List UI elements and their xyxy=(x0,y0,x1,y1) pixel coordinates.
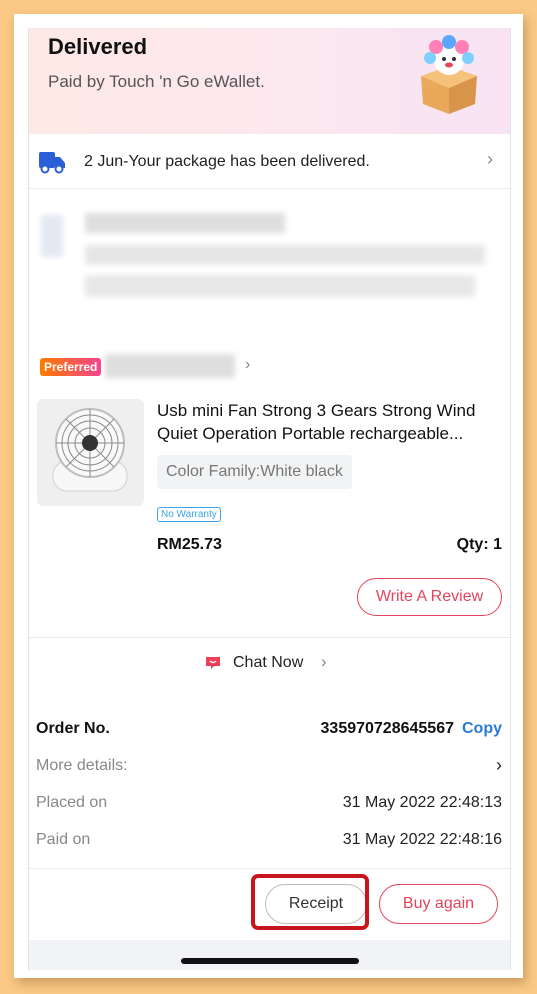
placed-on-value: 31 May 2022 22:48:13 xyxy=(342,794,502,811)
order-info-card: Order No. 335970728645567 Copy More detai… xyxy=(29,702,510,868)
order-status-header: Delivered Paid by Touch 'n Go eWallet. xyxy=(29,28,510,134)
product-price: RM25.73 xyxy=(157,536,222,553)
paid-on-label: Paid on xyxy=(36,831,91,848)
chat-now-button[interactable]: Chat Now › xyxy=(29,638,510,690)
placed-on-label: Placed on xyxy=(36,794,108,811)
chat-now-label: Chat Now xyxy=(233,654,304,671)
order-status-title: Delivered xyxy=(48,34,148,59)
placed-on-row: Placed on 31 May 2022 22:48:13 xyxy=(36,794,502,812)
product-card: Preferred › Usb mini Fan Strong 3 Gears … xyxy=(29,334,510,738)
product-thumbnail[interactable] xyxy=(37,399,144,506)
payment-method-text: Paid by Touch 'n Go eWallet. xyxy=(48,72,265,91)
order-number-row: Order No. 335970728645567 Copy xyxy=(36,720,502,738)
warranty-badge: No Warranty xyxy=(157,507,221,522)
chevron-right-icon: › xyxy=(496,755,502,775)
chat-icon xyxy=(206,657,220,669)
divider xyxy=(29,868,510,869)
mascot-box-icon xyxy=(421,35,477,114)
delivery-truck-icon xyxy=(39,152,65,174)
more-details-row[interactable]: More details: › xyxy=(36,755,502,775)
home-indicator[interactable] xyxy=(181,958,359,964)
order-number-group: 335970728645567 Copy xyxy=(321,720,502,738)
recipient-name-blurred xyxy=(85,213,285,233)
chevron-right-icon: › xyxy=(245,356,251,373)
shipping-address-card xyxy=(29,189,510,334)
location-icon-blurred xyxy=(41,215,63,257)
delivery-status-text: 2 Jun-Your package has been delivered. xyxy=(84,153,370,170)
desk-fan-icon xyxy=(52,408,128,492)
store-name-blurred[interactable] xyxy=(105,354,235,378)
buy-again-button[interactable]: Buy again xyxy=(379,884,498,924)
chevron-right-icon: › xyxy=(321,652,327,671)
chevron-right-icon: › xyxy=(487,149,493,169)
address-line-blurred xyxy=(85,275,475,297)
more-details-label: More details: xyxy=(36,757,128,774)
product-title[interactable]: Usb mini Fan Strong 3 Gears Strong Wind … xyxy=(157,399,505,445)
product-quantity: Qty: 1 xyxy=(456,536,502,553)
order-detail-screen: Delivered Paid by Touch 'n Go eWallet. 2… xyxy=(28,28,511,970)
receipt-highlight-box xyxy=(251,874,369,930)
order-number-value: 335970728645567 xyxy=(320,720,454,737)
paid-on-value: 31 May 2022 22:48:16 xyxy=(342,831,502,848)
delivery-status-row[interactable]: 2 Jun-Your package has been delivered. › xyxy=(29,134,510,189)
order-actions-bar: Receipt Buy again xyxy=(29,868,510,940)
write-review-button[interactable]: Write A Review xyxy=(357,578,502,616)
copy-order-number-button[interactable]: Copy xyxy=(462,720,502,737)
order-number-label: Order No. xyxy=(36,720,110,737)
paid-on-row: Paid on 31 May 2022 22:48:16 xyxy=(36,831,502,849)
product-variant: Color Family:White black xyxy=(157,455,352,489)
preferred-badge: Preferred xyxy=(40,358,102,376)
address-line-blurred xyxy=(85,245,485,265)
